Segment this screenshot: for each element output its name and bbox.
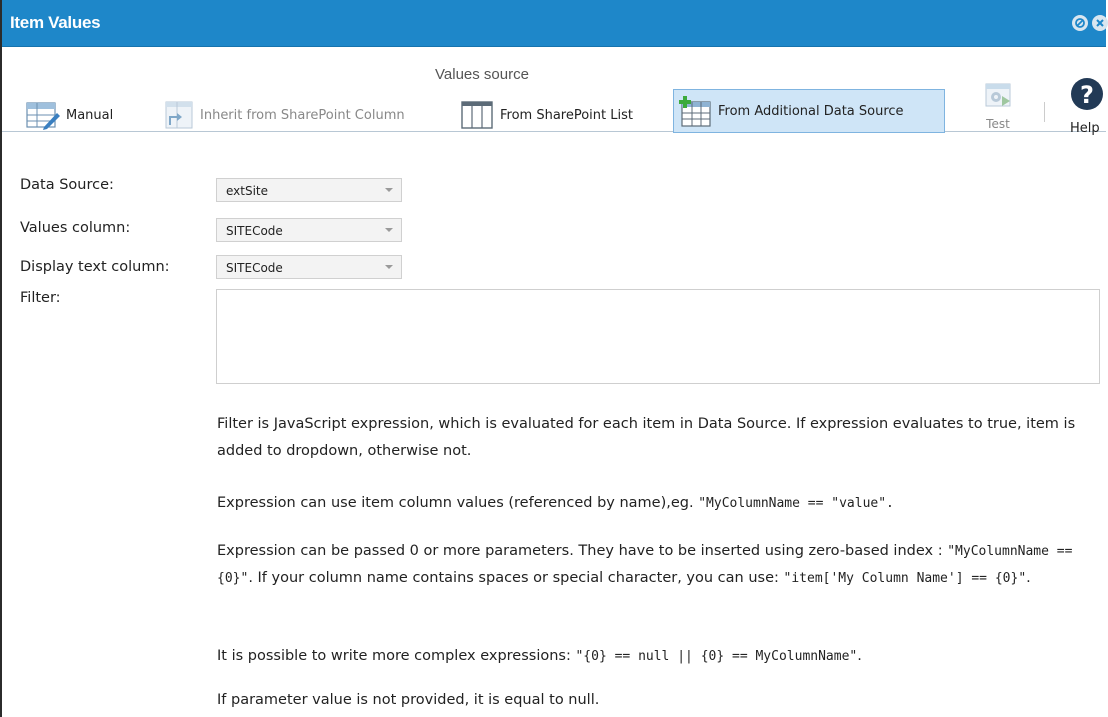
values-column-select[interactable]: SITECode — [216, 218, 402, 242]
test-button[interactable]: Test — [978, 82, 1018, 138]
help-paragraph-1: Filter is JavaScript expression, which i… — [217, 416, 1076, 459]
help-paragraph-4: It is possible to write more complex exp… — [217, 643, 1097, 670]
help-p3-text-b: . If your column name contains spaces or… — [248, 570, 784, 586]
inherit-button-label: Inherit from SharePoint Column — [200, 107, 405, 123]
dialog-titlebar: Item Values — [2, 0, 1108, 47]
display-text-column-value: SITECode — [226, 261, 283, 275]
help-label: Help — [1070, 121, 1100, 136]
data-source-select[interactable]: extSite — [216, 178, 402, 202]
ribbon-toolbar: Values source Manual Inherit from ShareP… — [2, 47, 1106, 136]
from-sharepoint-list-button[interactable]: From SharePoint List — [460, 97, 660, 133]
manual-button[interactable]: Manual — [26, 97, 144, 133]
manual-button-label: Manual — [66, 107, 114, 123]
values-column-label: Values column: — [20, 220, 131, 236]
help-button[interactable]: ? Help — [1070, 77, 1108, 137]
help-p2-text: Expression can use item column values (r… — [217, 495, 699, 511]
help-p4-text: It is possible to write more complex exp… — [217, 648, 576, 664]
help-p3-text-c: . — [1026, 570, 1031, 586]
test-label: Test — [986, 117, 1010, 131]
table-edit-icon — [26, 100, 60, 130]
filter-label: Filter: — [20, 290, 61, 306]
from-additional-data-source-button[interactable]: From Additional Data Source — [673, 89, 945, 133]
help-paragraph-3: Expression can be passed 0 or more param… — [217, 538, 1097, 592]
help-p3-code-b: "item['My Column Name'] == {0}" — [783, 571, 1027, 586]
inherit-from-sharepoint-column-button[interactable]: Inherit from SharePoint Column — [160, 97, 450, 133]
display-text-column-select[interactable]: SITECode — [216, 255, 402, 279]
from-sharepoint-list-label: From SharePoint List — [500, 107, 633, 123]
svg-text:?: ? — [1080, 81, 1094, 109]
values-column-value: SITECode — [226, 224, 283, 238]
ribbon-separator — [1044, 102, 1045, 122]
display-text-column-label: Display text column: — [20, 259, 170, 275]
help-paragraph-2: Expression can use item column values (r… — [217, 490, 1097, 517]
values-source-group-label: Values source — [435, 66, 529, 83]
data-source-value: extSite — [226, 184, 269, 198]
minimize-icon[interactable] — [1072, 15, 1088, 31]
inherit-column-icon — [160, 100, 194, 130]
help-paragraph-5: If parameter value is not provided, it i… — [217, 692, 600, 708]
test-gear-icon — [985, 83, 1011, 107]
add-data-source-icon — [678, 96, 712, 127]
chevron-down-icon — [377, 256, 401, 278]
help-icon: ? — [1071, 78, 1103, 110]
filter-textarea[interactable] — [216, 289, 1100, 384]
list-columns-icon — [460, 100, 494, 130]
from-additional-data-source-label: From Additional Data Source — [718, 103, 904, 119]
help-p3-text-a: Expression can be passed 0 or more param… — [217, 543, 948, 559]
help-p2-code: "MyColumnName == "value". — [698, 496, 894, 511]
dialog-title: Item Values — [10, 13, 101, 32]
help-p4-code: "{0} == null || {0} == MyColumnName" — [575, 649, 858, 664]
close-icon[interactable] — [1092, 15, 1108, 31]
chevron-down-icon — [377, 179, 401, 201]
item-values-dialog: Item Values Values source Manual Inherit… — [0, 0, 1108, 717]
help-p4-end: . — [857, 648, 862, 664]
chevron-down-icon — [377, 219, 401, 241]
data-source-label: Data Source: — [20, 177, 114, 193]
